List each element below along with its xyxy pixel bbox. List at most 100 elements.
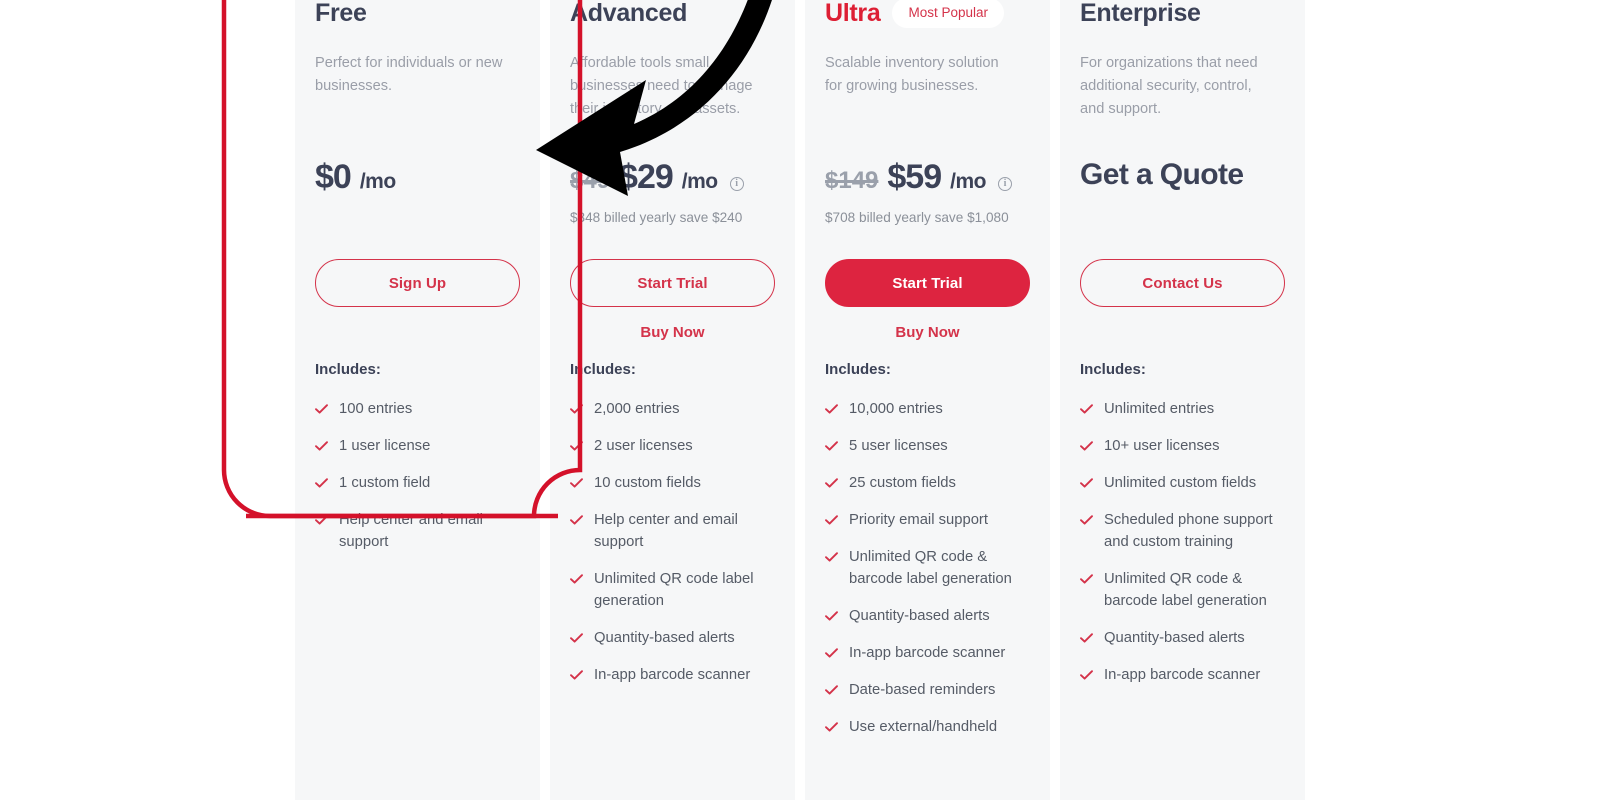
includes-label: Includes: bbox=[825, 361, 891, 378]
plan-card-advanced: Advanced Affordable tools small businesse… bbox=[550, 0, 795, 800]
feature-label: Unlimited entries bbox=[1104, 401, 1215, 417]
pricing-plans-row: Free Perfect for individuals or new busin… bbox=[295, 0, 1385, 800]
check-icon bbox=[1080, 664, 1093, 686]
info-icon[interactable]: i bbox=[729, 177, 744, 191]
feature-item: Priority email support bbox=[825, 509, 1037, 531]
plan-description: For organizations that need additional s… bbox=[1080, 55, 1258, 117]
feature-item: Unlimited QR code & barcode label genera… bbox=[1080, 568, 1292, 612]
feature-item: 2 user licenses bbox=[570, 435, 782, 457]
check-icon bbox=[825, 716, 838, 738]
check-icon bbox=[1080, 435, 1093, 457]
cta-group: Start Trial Buy Now bbox=[570, 259, 775, 341]
feature-list: 10,000 entries 5 user licenses 25 custom f… bbox=[825, 398, 1037, 753]
check-icon bbox=[570, 664, 583, 686]
feature-label: Quantity-based alerts bbox=[849, 608, 990, 624]
check-icon bbox=[825, 642, 838, 664]
current-price: $29 bbox=[619, 158, 674, 196]
feature-item: 25 custom fields bbox=[825, 472, 1037, 494]
check-icon bbox=[315, 509, 328, 531]
feature-label: Use external/handheld bbox=[849, 719, 998, 735]
plan-title: Enterprise bbox=[1080, 0, 1201, 27]
price-period: /mo bbox=[950, 170, 986, 193]
feature-label: In-app barcode scanner bbox=[1104, 667, 1261, 683]
cta-group: Start Trial Buy Now bbox=[825, 259, 1030, 341]
feature-label: In-app barcode scanner bbox=[594, 667, 751, 683]
feature-item: 10+ user licenses bbox=[1080, 435, 1292, 457]
billing-note: $348 billed yearly save $240 bbox=[570, 210, 743, 225]
cta-button-contact-us[interactable]: Contact Us bbox=[1080, 259, 1285, 307]
buy-now-link[interactable]: Buy Now bbox=[825, 324, 1030, 341]
plan-header: Ultra Most Popular bbox=[825, 0, 1030, 30]
check-icon bbox=[1080, 627, 1093, 649]
feature-item: 2,000 entries bbox=[570, 398, 782, 420]
most-popular-badge: Most Popular bbox=[892, 0, 1005, 28]
check-icon bbox=[570, 435, 583, 457]
info-icon[interactable]: i bbox=[997, 177, 1012, 191]
check-icon bbox=[315, 472, 328, 494]
feature-item: Unlimited QR code & barcode label genera… bbox=[825, 546, 1037, 590]
plan-header: Free bbox=[315, 0, 520, 30]
plan-description: Perfect for individuals or new businesse… bbox=[315, 55, 503, 94]
plan-title: Advanced bbox=[570, 0, 688, 27]
feature-item: Scheduled phone support and custom train… bbox=[1080, 509, 1292, 553]
check-icon bbox=[1080, 472, 1093, 494]
feature-item: Unlimited custom fields bbox=[1080, 472, 1292, 494]
feature-item: 10 custom fields bbox=[570, 472, 782, 494]
plan-card-free: Free Perfect for individuals or new busin… bbox=[295, 0, 540, 800]
check-icon bbox=[315, 435, 328, 457]
feature-label: Help center and email support bbox=[594, 512, 738, 550]
feature-item: In-app barcode scanner bbox=[1080, 664, 1292, 686]
check-icon bbox=[1080, 509, 1093, 531]
feature-label: 10+ user licenses bbox=[1104, 438, 1220, 454]
cta-button-start-trial[interactable]: Start Trial bbox=[825, 259, 1030, 307]
feature-list: Unlimited entries 10+ user licenses Unlimi… bbox=[1080, 398, 1292, 701]
check-icon bbox=[825, 472, 838, 494]
check-icon bbox=[1080, 398, 1093, 420]
feature-label: Quantity-based alerts bbox=[594, 630, 735, 646]
feature-item: Help center and email support bbox=[315, 509, 527, 553]
feature-label: 10,000 entries bbox=[849, 401, 943, 417]
feature-label: 25 custom fields bbox=[849, 475, 956, 491]
feature-item: Date-based reminders bbox=[825, 679, 1037, 701]
price-period: /mo bbox=[681, 170, 718, 193]
check-icon bbox=[825, 435, 838, 457]
feature-item: In-app barcode scanner bbox=[570, 664, 782, 686]
feature-item: Help center and email support bbox=[570, 509, 782, 553]
includes-label: Includes: bbox=[1080, 361, 1146, 378]
old-price: $49 bbox=[570, 167, 611, 194]
feature-label: In-app barcode scanner bbox=[849, 645, 1006, 661]
cta-button-sign-up[interactable]: Sign Up bbox=[315, 259, 520, 307]
plan-header: Enterprise bbox=[1080, 0, 1285, 30]
cta-button-start-trial[interactable]: Start Trial bbox=[570, 259, 775, 307]
feature-label: 2 user licenses bbox=[594, 438, 693, 454]
buy-now-link[interactable]: Buy Now bbox=[570, 324, 775, 341]
cta-group: Contact Us bbox=[1080, 259, 1285, 307]
current-price: $59 bbox=[887, 158, 942, 196]
feature-item: In-app barcode scanner bbox=[825, 642, 1037, 664]
includes-label: Includes: bbox=[570, 361, 636, 378]
plan-title: Ultra bbox=[825, 0, 881, 27]
plan-card-ultra: Ultra Most Popular Scalable inventory solu… bbox=[805, 0, 1050, 800]
feature-label: Date-based reminders bbox=[849, 682, 996, 698]
price-period: /mo bbox=[359, 170, 396, 193]
check-icon bbox=[315, 398, 328, 420]
feature-item: Quantity-based alerts bbox=[1080, 627, 1292, 649]
feature-item: Unlimited entries bbox=[1080, 398, 1292, 420]
feature-label: 10 custom fields bbox=[594, 475, 701, 491]
feature-item: 10,000 entries bbox=[825, 398, 1037, 420]
check-icon bbox=[825, 605, 838, 627]
feature-item: 100 entries bbox=[315, 398, 527, 420]
feature-label: Scheduled phone support and custom train… bbox=[1104, 512, 1273, 550]
feature-item: Quantity-based alerts bbox=[570, 627, 782, 649]
plan-description: Affordable tools small businesses need t… bbox=[570, 55, 753, 117]
feature-item: Quantity-based alerts bbox=[825, 605, 1037, 627]
feature-label: 2,000 entries bbox=[594, 401, 680, 417]
feature-label: Unlimited QR code label generation bbox=[594, 571, 754, 609]
quote-text: Get a Quote bbox=[1080, 158, 1244, 191]
plan-title: Free bbox=[315, 0, 367, 27]
feature-label: 100 entries bbox=[339, 401, 413, 417]
feature-label: Unlimited QR code & barcode label genera… bbox=[849, 549, 1012, 587]
feature-item: Use external/handheld bbox=[825, 716, 1037, 738]
feature-item: 1 user license bbox=[315, 435, 527, 457]
feature-item: Unlimited QR code label generation bbox=[570, 568, 782, 612]
